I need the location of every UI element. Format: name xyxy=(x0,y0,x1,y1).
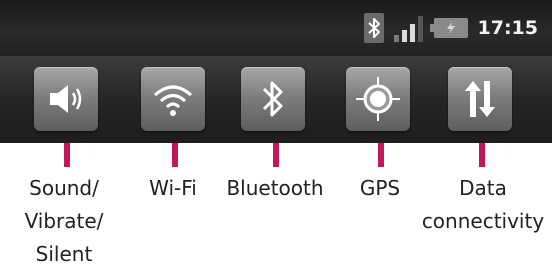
gps-toggle-button[interactable] xyxy=(346,67,410,131)
status-time: 17:15 xyxy=(477,17,538,39)
data-label-line-2: connectivity xyxy=(421,209,545,233)
sound-label-line-2: Vibrate/ xyxy=(24,209,104,233)
gps-label: GPS xyxy=(359,176,401,200)
bluetooth-label: Bluetooth xyxy=(226,176,324,200)
wifi-toggle-button[interactable] xyxy=(141,67,205,131)
battery-icon xyxy=(429,18,468,38)
gps-icon xyxy=(356,77,400,121)
sound-label-line-1: Sound/ xyxy=(29,176,99,200)
speaker-icon xyxy=(50,85,82,113)
bluetooth-status-icon xyxy=(363,13,384,43)
gps-pointer xyxy=(378,143,384,167)
wifi-label: Wi-Fi xyxy=(149,176,197,200)
sound-pointer xyxy=(64,143,70,167)
status-icons: 17:15 xyxy=(363,10,538,46)
sound-toggle-button[interactable] xyxy=(34,67,98,131)
wifi-pointer xyxy=(172,143,178,167)
bluetooth-pointer xyxy=(273,143,279,167)
data-toggle-button[interactable] xyxy=(448,67,512,131)
quick-settings-bar xyxy=(0,56,552,143)
status-bar: 17:15 xyxy=(0,0,552,56)
bluetooth-icon xyxy=(262,81,283,117)
data-label-line-1: Data xyxy=(459,176,507,200)
wifi-icon xyxy=(154,85,192,116)
bluetooth-toggle-button[interactable] xyxy=(241,67,305,131)
data-pointer xyxy=(479,143,485,167)
signal-strength-icon xyxy=(393,14,424,42)
sound-label-line-3: Silent xyxy=(35,242,93,266)
sound-label: Sound/ Vibrate/ Silent xyxy=(4,172,124,271)
data-label: Data connectivity xyxy=(416,172,550,238)
data-arrows-icon xyxy=(465,81,495,117)
